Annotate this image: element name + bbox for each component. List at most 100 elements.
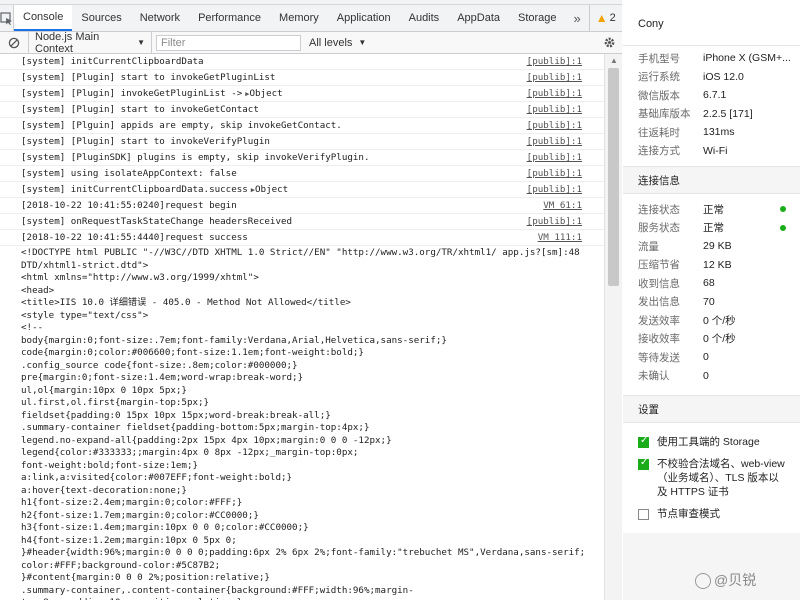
source-link[interactable]: [publib]:1 bbox=[527, 118, 582, 133]
info-row: 发送效率 0 个/秒 bbox=[623, 311, 800, 330]
tab-console[interactable]: Console bbox=[14, 5, 73, 31]
source-link[interactable]: [publib]:1 bbox=[527, 166, 582, 181]
html-line: .config_source code{font-size:.8em;color… bbox=[21, 359, 298, 371]
html-line: a:hover{text-decoration:none;} bbox=[21, 484, 187, 496]
html-line: pre{margin:0;font-size:1.4em;word-wrap:b… bbox=[21, 372, 304, 383]
source-link[interactable]: [publib]:1 bbox=[527, 214, 582, 229]
scroll-thumb[interactable] bbox=[608, 68, 619, 286]
console-scrollbar[interactable]: ▲ bbox=[604, 54, 622, 600]
tab-audits[interactable]: Audits bbox=[400, 5, 449, 31]
checkbox[interactable] bbox=[638, 509, 649, 520]
filter-input[interactable] bbox=[156, 34, 301, 51]
info-value: 6.7.1 bbox=[703, 89, 727, 102]
console-message: [2018-10-22 10:41:55:4440]request succes… bbox=[0, 230, 604, 246]
info-value: 0 个/秒 bbox=[703, 333, 736, 346]
info-key: 流量 bbox=[638, 240, 659, 253]
html-line: legend{color:#333333;;margin:4px 0 8px -… bbox=[21, 447, 359, 458]
source-link[interactable]: VM 111:1 bbox=[538, 230, 582, 245]
info-key: 未确认 bbox=[638, 370, 670, 383]
html-line: <style type="text/css"> bbox=[21, 309, 149, 321]
setting-label: 不校验合法域名、web-view（业务域名）、TLS 版本以及 HTTPS 证书 bbox=[657, 458, 785, 498]
setting-option[interactable]: 使用工具端的 Storage bbox=[623, 431, 800, 453]
info-row: 基础库版本 2.2.5 [171] bbox=[623, 105, 800, 124]
gear-icon[interactable] bbox=[596, 36, 622, 49]
setting-option[interactable]: 节点审查模式 bbox=[623, 503, 800, 525]
info-key: 连接状态 bbox=[638, 203, 680, 216]
source-link[interactable]: [publib]:1 bbox=[527, 70, 582, 85]
html-line: h1{font-size:2.4em;margin:0;color:#FFF;} bbox=[21, 497, 243, 508]
info-row: 连接方式 Wi-Fi bbox=[623, 142, 800, 161]
info-value: 0 bbox=[703, 369, 709, 382]
html-line: fieldset{padding:0 15px 10px 15px;word-b… bbox=[21, 409, 331, 421]
html-response-block: <!DOCTYPE html PUBLIC "-//W3C//DTD XHTML… bbox=[0, 246, 604, 600]
source-link[interactable]: [publib]:1 bbox=[527, 150, 582, 165]
html-line: .summary-container,.content-container{ba… bbox=[21, 584, 414, 596]
console-message-text: [system] using isolateAppContext: false bbox=[21, 168, 237, 179]
info-key: 压缩节省 bbox=[638, 259, 680, 272]
info-key: 往返耗时 bbox=[638, 126, 680, 139]
watermark-text: @贝锐 bbox=[714, 572, 757, 588]
tab-network[interactable]: Network bbox=[131, 5, 189, 31]
info-row: 发出信息 70 bbox=[623, 293, 800, 312]
log-levels-dropdown[interactable]: All levels ▼ bbox=[309, 37, 366, 49]
more-tabs-button[interactable]: » bbox=[566, 5, 589, 31]
tab-sources[interactable]: Sources bbox=[72, 5, 130, 31]
html-line: .summary-container fieldset{padding-bott… bbox=[21, 422, 370, 433]
inspect-element-icon[interactable] bbox=[0, 5, 14, 31]
info-value: iOS 12.0 bbox=[703, 70, 744, 83]
console-message: [system] [Plugin] invokeGetPluginList ->… bbox=[0, 86, 604, 102]
devtools-tab-bar: Console Sources Network Performance Memory Ap… bbox=[0, 5, 636, 32]
tab-application[interactable]: Application bbox=[328, 5, 400, 31]
info-value: 29 KB bbox=[703, 240, 732, 253]
warnings-counter[interactable]: ▲ 2 bbox=[588, 5, 622, 31]
setting-option[interactable]: 不校验合法域名、web-view（业务域名）、TLS 版本以及 HTTPS 证书 bbox=[623, 453, 800, 503]
source-link[interactable]: [publib]:1 bbox=[527, 134, 582, 149]
checkbox[interactable] bbox=[638, 435, 649, 448]
info-row: 运行系统 iOS 12.0 bbox=[623, 68, 800, 87]
object-preview[interactable]: Object bbox=[255, 184, 288, 195]
context-selector[interactable]: Node.js Main Context ▼ bbox=[28, 31, 152, 55]
info-row: 等待发送 0 bbox=[623, 348, 800, 367]
console-message: [system] [PluginSDK] plugins is empty, s… bbox=[0, 150, 604, 166]
source-link[interactable]: [publib]:1 bbox=[527, 182, 582, 197]
console-toolbar: Node.js Main Context ▼ All levels ▼ bbox=[0, 31, 622, 55]
console-message-text: [2018-10-22 10:41:55:0240]request begin bbox=[21, 200, 237, 211]
info-value: 正常 bbox=[703, 203, 724, 216]
source-link[interactable]: [publib]:1 bbox=[527, 54, 582, 69]
console-message-text: [system] [Plugin] start to invokeVerifyP… bbox=[21, 136, 270, 147]
source-link[interactable]: [publib]:1 bbox=[527, 102, 582, 117]
html-line: legend.no-expand-all{padding:2px 15px 4p… bbox=[21, 434, 392, 446]
html-line: font-weight:bold;font-size:1em;} bbox=[21, 459, 199, 471]
tab-performance[interactable]: Performance bbox=[189, 5, 270, 31]
info-value: 0 个/秒 bbox=[703, 314, 736, 327]
info-value: Wi-Fi bbox=[703, 144, 728, 157]
tab-appdata[interactable]: AppData bbox=[448, 5, 509, 31]
info-value: 131ms bbox=[703, 126, 735, 139]
html-line: <!DOCTYPE html PUBLIC "-//W3C//DTD XHTML… bbox=[21, 247, 580, 258]
tab-memory[interactable]: Memory bbox=[270, 5, 328, 31]
settings-section: 使用工具端的 Storage 不校验合法域名、web-view（业务域名）、TLS… bbox=[623, 423, 800, 533]
object-preview[interactable]: Object bbox=[249, 88, 282, 99]
info-key: 服务状态 bbox=[638, 222, 680, 235]
console-message: [system] onRequestTaskStateChange header… bbox=[0, 214, 604, 230]
chevron-down-icon: ▼ bbox=[358, 38, 367, 47]
checkbox[interactable] bbox=[638, 457, 649, 470]
status-dot-icon bbox=[780, 224, 786, 231]
console-message: [system] [Plguin] appids are empty, skip… bbox=[0, 118, 604, 134]
chevron-down-icon: ▼ bbox=[137, 38, 145, 47]
clear-console-icon[interactable] bbox=[0, 37, 28, 49]
tab-storage[interactable]: Storage bbox=[509, 5, 566, 31]
html-line: a:link,a:visited{color:#007EFF;font-weig… bbox=[21, 472, 293, 483]
info-key: 连接方式 bbox=[638, 145, 680, 158]
source-link[interactable]: [publib]:1 bbox=[527, 86, 582, 101]
console-message: [system] [Plugin] start to invokeGetPlug… bbox=[0, 70, 604, 86]
scroll-up-icon[interactable]: ▲ bbox=[605, 56, 623, 65]
connection-info-title: 连接信息 bbox=[623, 166, 800, 194]
html-line: <title>IIS 10.0 详细错误 - 405.0 - Method No… bbox=[21, 297, 351, 308]
info-value: 12 KB bbox=[703, 258, 732, 271]
html-line: <!-- bbox=[21, 322, 44, 333]
devtools-panel: Console Sources Network Performance Memory Ap… bbox=[0, 0, 636, 600]
info-key: 运行系统 bbox=[638, 71, 680, 84]
settings-title: 设置 bbox=[623, 395, 800, 423]
source-link[interactable]: VM 61:1 bbox=[543, 198, 582, 213]
